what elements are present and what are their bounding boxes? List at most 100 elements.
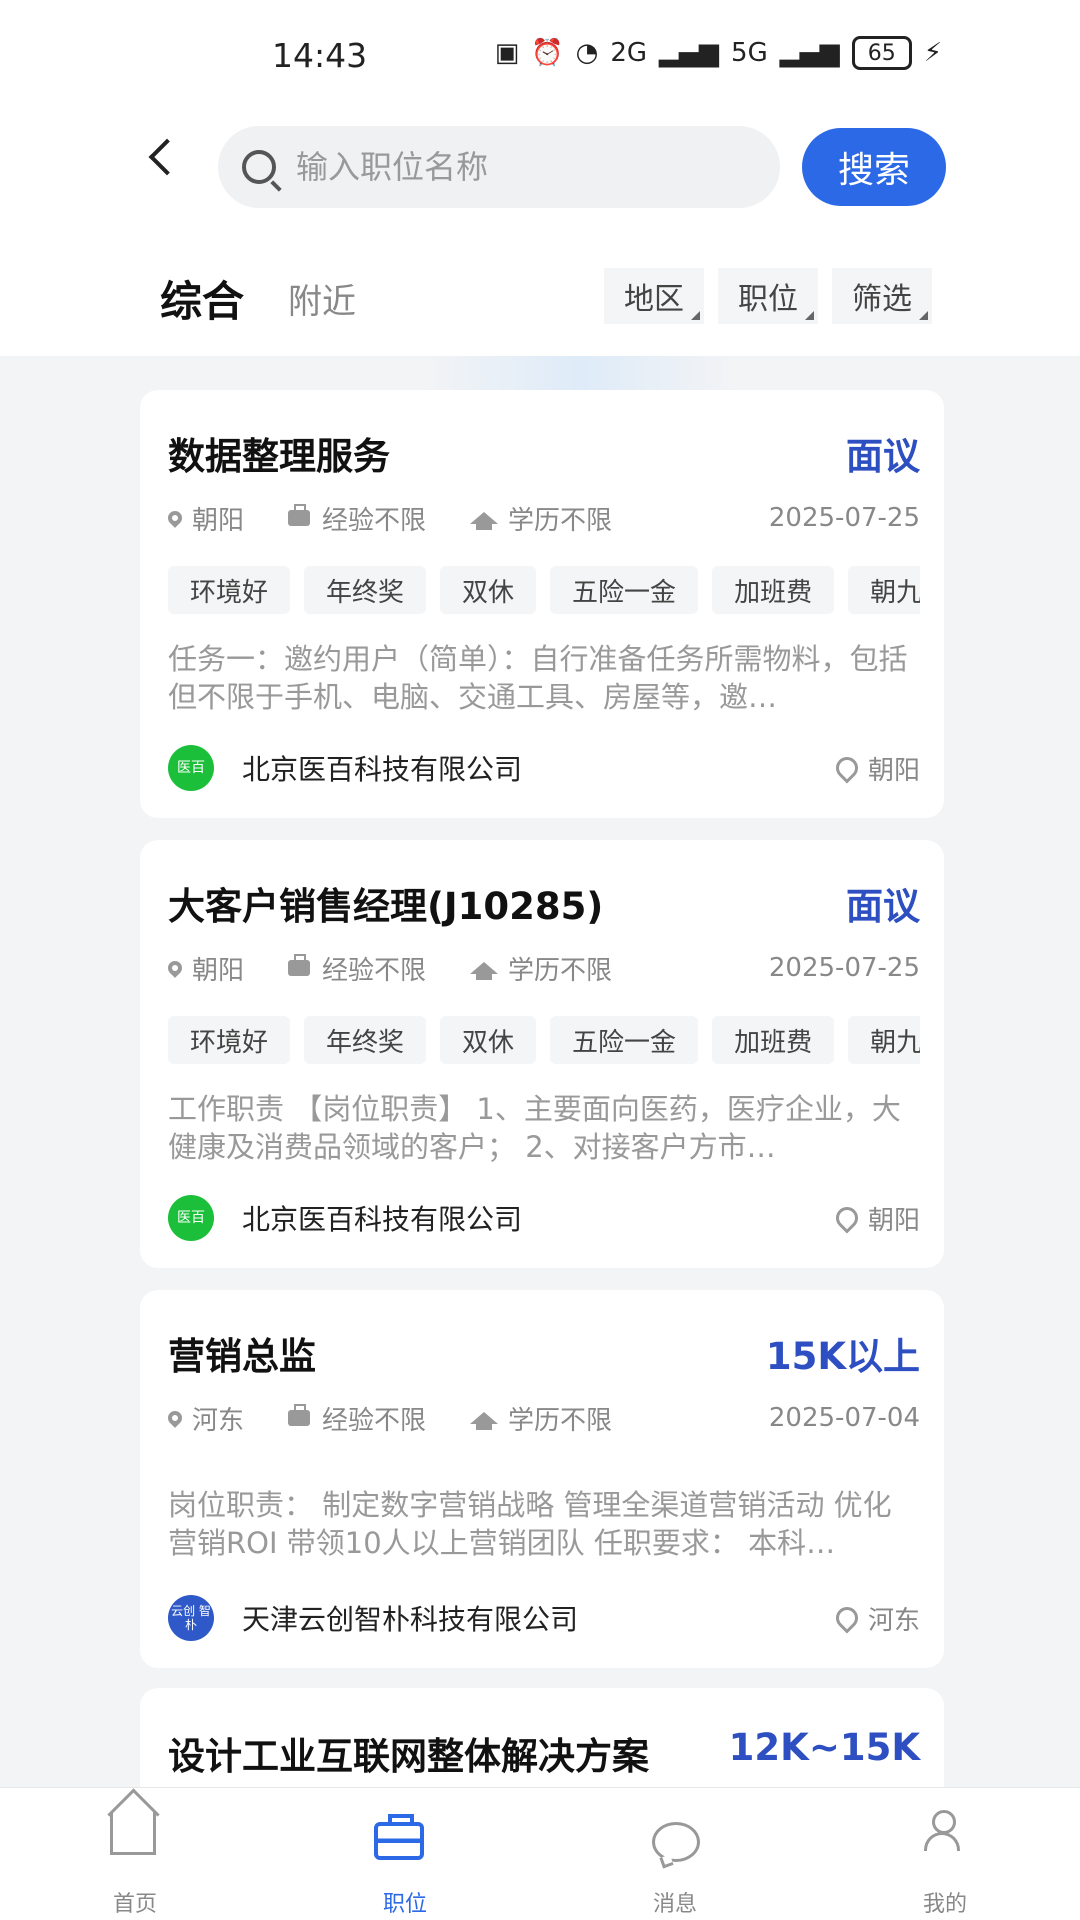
filter-region[interactable]: 地区 [604, 268, 704, 324]
company-location: 朝阳 [831, 750, 920, 787]
tab-comprehensive[interactable]: 综合 [160, 268, 244, 329]
header-area: 14:43 ▣ ⏰ ◔ 2G ▂▄▆ 5G ▂▄▆ 65 ⚡ 搜索 综合 附近 … [0, 0, 1080, 356]
nav-home[interactable]: 首页 [0, 1788, 270, 1920]
job-date: 2025-07-25 [768, 503, 920, 533]
nav-mine-label: 我的 [922, 1892, 967, 1917]
bottom-nav: 首页 职位 消息 我的 [0, 1787, 1080, 1920]
job-card[interactable]: 数据整理服务 面议 朝阳 经验不限 学历不限 2025-07-25 环境好 年终… [140, 390, 944, 818]
nav-mine[interactable]: 我的 [810, 1788, 1080, 1920]
tab-nearby[interactable]: 附近 [288, 274, 356, 323]
experience-icon [288, 1404, 311, 1426]
nav-jobs[interactable]: 职位 [270, 1788, 540, 1920]
company-row[interactable]: 医百 北京医百科技有限公司 朝阳 [168, 744, 920, 792]
charging-icon: ⚡ [923, 38, 942, 68]
job-tag: 加班费 [712, 566, 835, 614]
job-tag: 五险一金 [550, 566, 699, 614]
company-row[interactable]: 医百 北京医百科技有限公司 朝阳 [168, 1194, 920, 1242]
job-tag: 双休 [440, 1016, 537, 1064]
location-pin-icon [165, 508, 185, 528]
battery-icon: 65 [851, 36, 912, 70]
job-salary: 15K以上 [765, 1335, 920, 1378]
job-tag: 五险一金 [550, 1016, 699, 1064]
company-logo: 云创 智朴 [168, 1595, 214, 1641]
job-tag: 年终奖 [304, 566, 427, 614]
job-location: 朝阳 [192, 505, 245, 536]
job-education: 学历不限 [508, 505, 613, 536]
signal-icon: ▂▄▆ [779, 38, 840, 68]
status-icons: ▣ ⏰ ◔ 2G ▂▄▆ 5G ▂▄▆ 65 ⚡ [495, 36, 942, 70]
search-button[interactable]: 搜索 [802, 128, 946, 206]
job-tags: 环境好 年终奖 双休 五险一金 加班费 朝九 [168, 1016, 920, 1066]
nfc-icon: ▣ [494, 38, 520, 68]
company-location: 朝阳 [831, 1200, 920, 1237]
company-name: 北京医百科技有限公司 [242, 1203, 523, 1236]
education-icon [470, 962, 499, 980]
job-title: 设计工业互联网整体解决方案 [168, 1735, 649, 1778]
job-description: 岗位职责： 制定数字营销战略 管理全渠道营销活动 优化营销ROI 带领10人以上… [168, 1488, 892, 1560]
job-title: 大客户销售经理(J10285) [168, 885, 604, 928]
nav-messages-label: 消息 [652, 1892, 697, 1917]
alarm-icon: ⏰ [531, 38, 564, 68]
job-education: 学历不限 [508, 1405, 613, 1436]
job-description: 任务一：邀约用户（简单）：自行准备任务所需物料，包括但不限于手机、电脑、交通工具… [168, 642, 908, 714]
nav-messages[interactable]: 消息 [540, 1788, 810, 1920]
job-education: 学历不限 [508, 955, 613, 986]
job-tag: 环境好 [168, 1016, 291, 1064]
company-name: 天津云创智朴科技有限公司 [242, 1603, 579, 1636]
education-icon [470, 512, 499, 530]
location-outline-icon [831, 752, 863, 784]
signal-icon: ▂▄▆ [659, 38, 720, 68]
company-row[interactable]: 云创 智朴 天津云创智朴科技有限公司 河东 [168, 1594, 920, 1642]
filter-screen[interactable]: 筛选 [832, 268, 932, 324]
job-experience: 经验不限 [322, 1405, 427, 1436]
job-tags: 环境好 年终奖 双休 五险一金 加班费 朝九 [168, 566, 920, 616]
job-tag: 朝九 [848, 566, 920, 614]
company-location-text: 河东 [867, 1605, 920, 1636]
education-icon [470, 1412, 499, 1430]
job-title: 数据整理服务 [168, 435, 390, 478]
job-salary: 面议 [846, 435, 920, 478]
location-pin-icon [165, 1408, 185, 1428]
company-location: 河东 [831, 1600, 920, 1637]
company-location-text: 朝阳 [867, 755, 920, 786]
job-tag: 环境好 [168, 566, 291, 614]
signal-2g-label: 2G [610, 38, 648, 68]
location-pin-icon [165, 958, 185, 978]
job-location: 朝阳 [192, 955, 245, 986]
job-date: 2025-07-25 [768, 953, 920, 983]
company-logo: 医百 [168, 1195, 214, 1241]
job-tag: 朝九 [848, 1016, 920, 1064]
job-meta: 朝阳 经验不限 学历不限 2025-07-25 [165, 948, 920, 988]
job-tag: 双休 [440, 566, 537, 614]
search-input[interactable] [294, 147, 758, 187]
filter-position[interactable]: 职位 [718, 268, 818, 324]
job-experience: 经验不限 [322, 955, 427, 986]
company-location-text: 朝阳 [867, 1205, 920, 1236]
job-date: 2025-07-04 [768, 1403, 920, 1433]
job-salary: 面议 [846, 885, 920, 928]
experience-icon [288, 504, 311, 526]
experience-icon [288, 954, 311, 976]
job-tag: 年终奖 [304, 1016, 427, 1064]
job-meta: 河东 经验不限 学历不限 2025-07-04 [165, 1398, 920, 1438]
nav-jobs-label: 职位 [382, 1892, 427, 1917]
back-arrow-icon[interactable] [148, 138, 186, 176]
nav-home-label: 首页 [112, 1892, 157, 1917]
wifi-icon: ◔ [575, 38, 599, 68]
job-card[interactable]: 大客户销售经理(J10285) 面议 朝阳 经验不限 学历不限 2025-07-… [140, 840, 944, 1268]
job-description: 工作职责 【岗位职责】 1、主要面向医药，医疗企业，大健康及消费品领域的客户； … [168, 1092, 901, 1164]
location-outline-icon [831, 1602, 863, 1634]
status-time: 14:43 [272, 36, 368, 75]
job-card[interactable]: 营销总监 15K以上 河东 经验不限 学历不限 2025-07-04 岗位职责：… [140, 1290, 944, 1668]
search-box[interactable] [218, 126, 780, 208]
company-name: 北京医百科技有限公司 [242, 753, 523, 786]
briefcase-icon [374, 1814, 424, 1860]
company-logo: 医百 [168, 745, 214, 791]
search-icon [242, 150, 276, 184]
job-salary: 12K~15K [728, 1726, 920, 1769]
signal-5g-label: 5G [731, 38, 768, 68]
job-meta: 朝阳 经验不限 学历不限 2025-07-25 [165, 498, 920, 538]
location-outline-icon [831, 1202, 863, 1234]
job-title: 营销总监 [168, 1335, 316, 1378]
home-icon [110, 1812, 156, 1855]
